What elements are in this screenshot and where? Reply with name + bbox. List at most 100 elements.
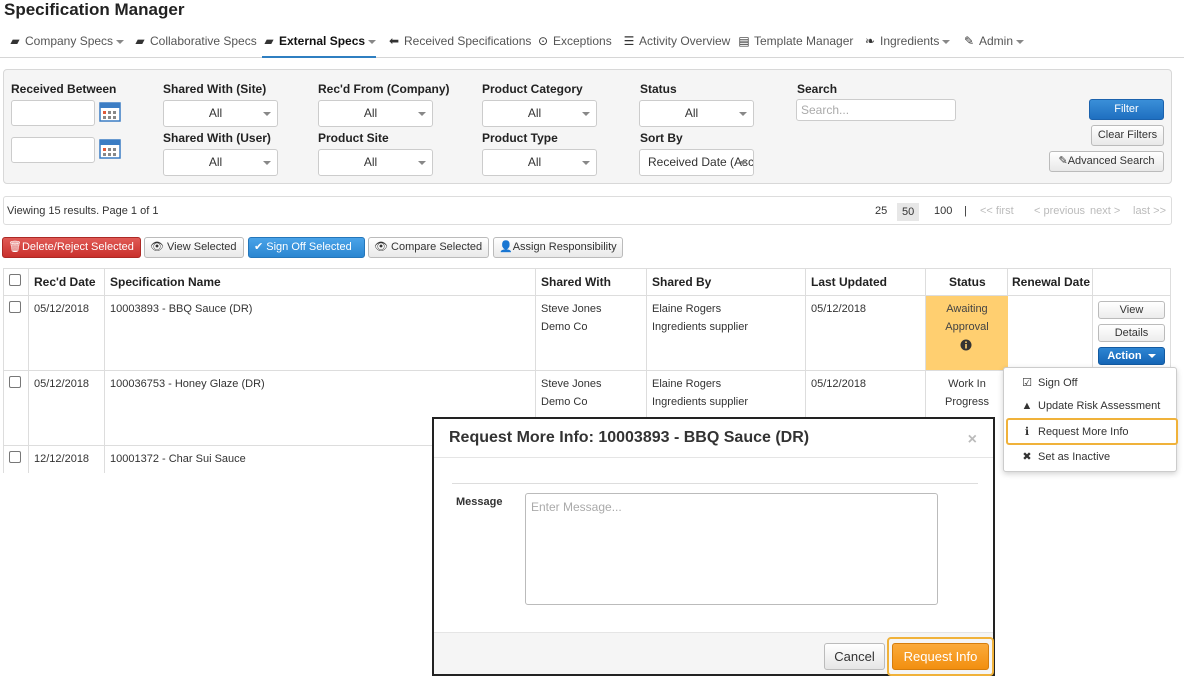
column-header-shared-by[interactable]: Shared By	[652, 275, 711, 289]
shared-with-user-label: Shared With (User)	[163, 131, 271, 145]
first-page-link[interactable]: << first	[980, 205, 1014, 217]
product-category-select[interactable]: All	[482, 100, 597, 127]
details-button[interactable]: Details	[1098, 324, 1165, 342]
column-header-last-updated[interactable]: Last Updated	[811, 275, 887, 289]
delete-reject-selected-button[interactable]: 🗑Delete/Reject Selected	[2, 237, 141, 258]
page-size-100[interactable]: 100	[934, 205, 952, 217]
column-header-status[interactable]: Status	[949, 275, 986, 289]
calendar-icon[interactable]	[99, 137, 121, 159]
list-icon: ☰	[623, 34, 635, 48]
calendar-icon[interactable]	[99, 100, 121, 122]
nav-activity-overview[interactable]: ☰ Activity Overview	[622, 28, 731, 58]
shared-with-company-cell: Demo Co	[541, 396, 588, 408]
row-checkbox[interactable]	[9, 376, 21, 388]
menu-item-update-risk-assessment[interactable]: ▲ Update Risk Assessment	[1019, 400, 1161, 412]
last-updated-cell: 05/12/2018	[811, 378, 867, 390]
search-input[interactable]: Search...	[796, 99, 956, 121]
caret-down-icon	[1147, 354, 1156, 359]
info-icon[interactable]	[960, 339, 972, 351]
last-updated-cell: 05/12/2018	[811, 303, 867, 315]
column-header-recd-date[interactable]: Rec'd Date	[34, 275, 96, 289]
shared-by-company-cell: Ingredients supplier	[652, 321, 749, 333]
modal-footer: Cancel Request Info	[434, 632, 994, 676]
spec-name-cell[interactable]: 10001372 - Char Sui Sauce	[110, 450, 246, 468]
shared-with-user-cell: Steve Jones	[541, 303, 602, 315]
info-icon: ℹ	[1024, 426, 1030, 438]
shared-with-site-select[interactable]: All	[163, 100, 278, 127]
spec-name-cell[interactable]: 100036753 - Honey Glaze (DR)	[110, 375, 265, 393]
previous-page-link[interactable]: < previous	[1034, 205, 1085, 217]
nav-external-specs[interactable]: ▰ External Specs	[262, 28, 377, 58]
received-from-date-input[interactable]	[11, 100, 95, 126]
status-select[interactable]: All	[639, 100, 754, 127]
clear-filters-button[interactable]: Clear Filters	[1091, 125, 1164, 146]
product-site-label: Product Site	[318, 131, 389, 145]
assign-responsibility-button[interactable]: 👤Assign Responsibility	[493, 237, 623, 258]
action-dropdown-button[interactable]: Action	[1098, 347, 1165, 365]
eye-icon: 👁	[374, 241, 388, 253]
caret-down-icon	[1016, 39, 1025, 44]
menu-item-sign-off[interactable]: ☑ Sign Off	[1019, 376, 1077, 389]
close-icon[interactable]: ×	[968, 431, 977, 449]
next-page-link[interactable]: next >	[1090, 205, 1120, 217]
caret-down-icon	[263, 161, 271, 165]
caret-down-icon	[116, 39, 125, 44]
menu-item-set-as-inactive[interactable]: ✖ Set as Inactive	[1019, 450, 1110, 463]
spec-name-cell[interactable]: 10003893 - BBQ Sauce (DR)	[110, 300, 252, 318]
column-header-renewal-date[interactable]: Renewal Date	[1012, 275, 1090, 289]
column-header-shared-with[interactable]: Shared With	[541, 275, 611, 289]
view-selected-button[interactable]: 👁 View Selected	[144, 237, 244, 258]
briefcase-icon: ▰	[264, 34, 274, 48]
menu-item-request-more-info[interactable]: ℹ Request More Info	[1019, 425, 1129, 438]
compare-selected-button[interactable]: 👁 Compare Selected	[368, 237, 489, 258]
view-button[interactable]: View	[1098, 301, 1165, 319]
caret-down-icon	[942, 39, 951, 44]
request-info-modal: Request More Info: 10003893 - BBQ Sauce …	[432, 417, 995, 676]
received-to-date-input[interactable]	[11, 137, 95, 163]
page-size-50[interactable]: 50	[897, 203, 920, 221]
cancel-button[interactable]: Cancel	[824, 643, 885, 670]
status-text: Approval	[945, 321, 989, 333]
shared-with-user-select[interactable]: All	[163, 149, 278, 176]
nav-company-specs[interactable]: ▰ Company Specs	[8, 28, 125, 58]
top-navigation: ▰ Company Specs ▰ Collaborative Specs ▰ Ext…	[0, 28, 1184, 58]
last-page-link[interactable]: last >>	[1133, 205, 1166, 217]
sort-by-select[interactable]: Received Date (Asc	[639, 149, 754, 176]
page-size-25[interactable]: 25	[875, 205, 887, 217]
edit-icon: ✎	[1058, 155, 1068, 167]
sort-by-label: Sort By	[640, 131, 683, 145]
caret-down-icon	[418, 112, 426, 116]
nav-exceptions[interactable]: ⊙ Exceptions	[536, 28, 612, 58]
arrow-left-icon: ⬅	[388, 34, 400, 48]
status-text: Awaiting	[946, 303, 988, 315]
recd-date-cell: 05/12/2018	[34, 378, 90, 390]
nav-ingredients[interactable]: ❧ Ingredients	[863, 28, 951, 58]
leaf-icon: ❧	[864, 34, 876, 48]
product-site-select[interactable]: All	[318, 149, 433, 176]
search-label: Search	[797, 82, 838, 96]
nav-template-manager[interactable]: ▤ Template Manager	[737, 28, 853, 58]
row-checkbox[interactable]	[9, 301, 21, 313]
results-bar: Viewing 15 results. Page 1 of 1 25 50 10…	[3, 196, 1172, 225]
recd-date-cell: 05/12/2018	[34, 303, 90, 315]
recd-from-company-select[interactable]: All	[318, 100, 433, 127]
request-info-button[interactable]: Request Info	[892, 643, 989, 670]
shared-with-user-cell: Steve Jones	[541, 378, 602, 390]
select-all-checkbox[interactable]	[9, 274, 21, 286]
checkbox-icon: ☑	[1022, 377, 1032, 389]
message-textarea[interactable]: Enter Message...	[525, 493, 938, 605]
pagination-separator: |	[964, 205, 967, 217]
nav-admin[interactable]: ✎ Admin	[962, 28, 1025, 58]
product-type-select[interactable]: All	[482, 149, 597, 176]
nav-collaborative-specs[interactable]: ▰ Collaborative Specs	[133, 28, 256, 58]
check-icon: ✔	[254, 241, 264, 253]
nav-received-specifications[interactable]: ⬅ Received Specifications	[387, 28, 531, 58]
filter-button[interactable]: Filter	[1089, 99, 1164, 120]
shared-by-user-cell: Elaine Rogers	[652, 303, 722, 315]
sign-off-selected-button[interactable]: ✔ Sign Off Selected	[248, 237, 365, 258]
row-checkbox[interactable]	[9, 451, 21, 463]
caret-down-icon	[263, 112, 271, 116]
advanced-search-button[interactable]: ✎Advanced Search	[1049, 151, 1164, 172]
modal-title: Request More Info: 10003893 - BBQ Sauce …	[449, 429, 810, 446]
column-header-spec-name[interactable]: Specification Name	[110, 275, 221, 289]
